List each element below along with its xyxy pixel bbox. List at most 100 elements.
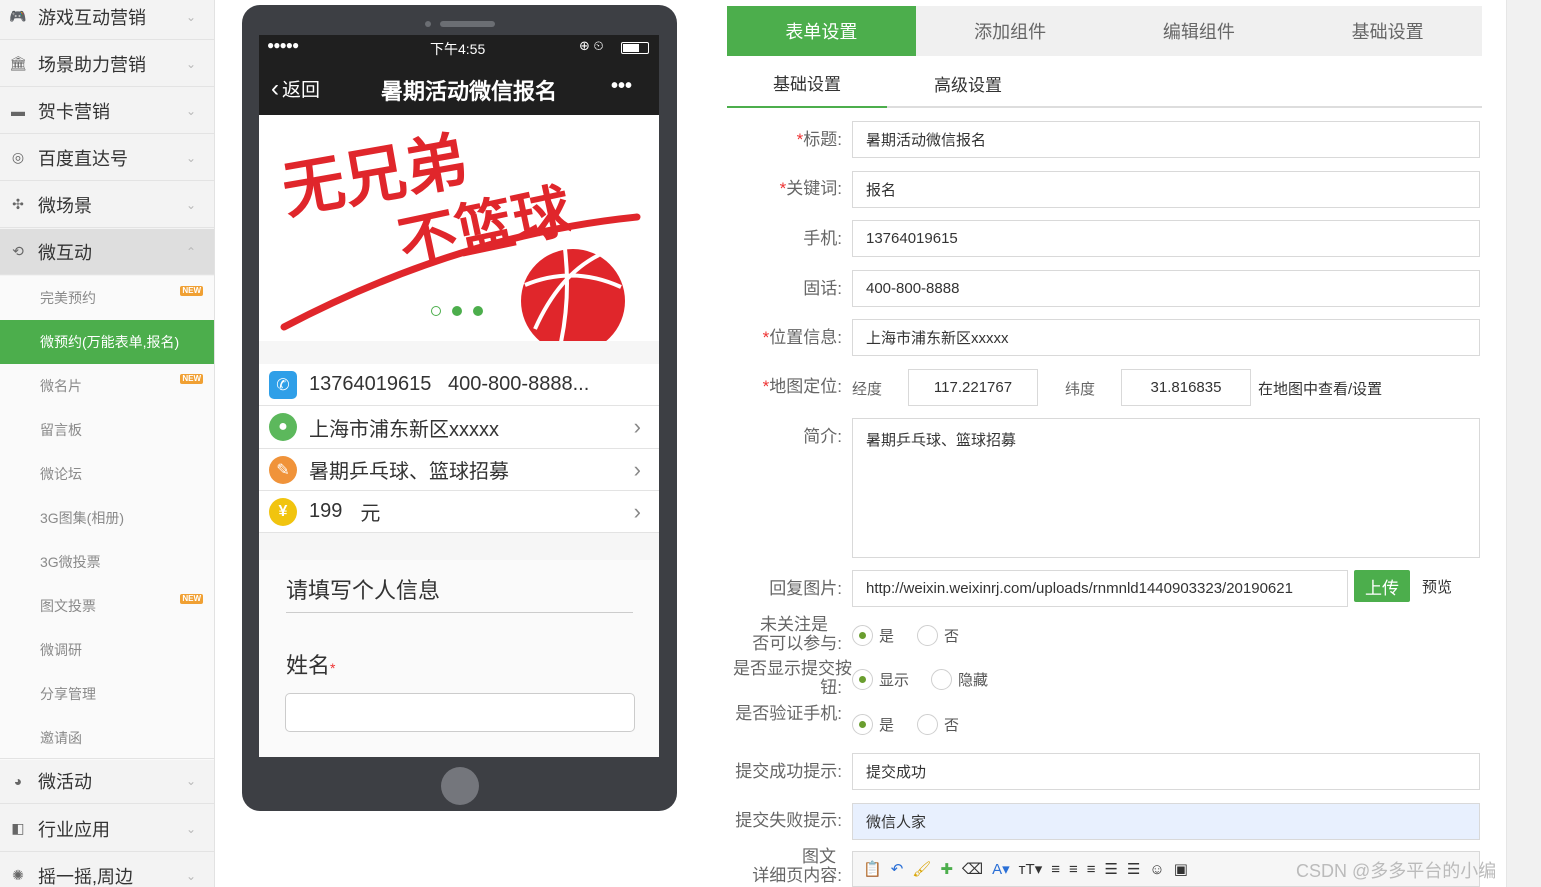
paste-icon[interactable]: 📋	[863, 860, 882, 878]
font-size-icon[interactable]: тT▾	[1019, 860, 1043, 878]
sub-tabs: 基础设置 高级设置	[727, 58, 1482, 108]
submenu-item-active[interactable]: 微预约(万能表单,报名)	[0, 320, 214, 364]
ordered-list-icon[interactable]: ☰	[1105, 860, 1118, 878]
chevron-down-icon: ⌄	[185, 150, 197, 165]
verify-no-radio[interactable]: 否	[917, 714, 959, 735]
align-left-icon[interactable]: ≡	[1051, 861, 1060, 878]
location-input[interactable]: 上海市浦东新区xxxxx	[852, 319, 1480, 356]
mobile-input[interactable]: 13764019615	[852, 220, 1480, 257]
radio-checked	[852, 625, 873, 646]
image-icon[interactable]: ▣	[1174, 860, 1188, 878]
watermark: CSDN @多多平台的小编	[1296, 861, 1497, 881]
intro-row[interactable]: ✎ 暑期乒乓球、篮球招募 ›	[259, 449, 659, 491]
verify-yes-radio[interactable]: 是	[852, 714, 894, 735]
preview-link[interactable]: 预览	[1422, 576, 1452, 597]
hide-submit-radio[interactable]: 隐藏	[931, 669, 988, 690]
name-input[interactable]	[285, 693, 635, 732]
lat-input[interactable]: 31.816835	[1121, 369, 1251, 406]
menu-micro-scene[interactable]: ✣ 微场景 ⌄	[0, 182, 214, 228]
address-row[interactable]: ● 上海市浦东新区xxxxx ›	[259, 406, 659, 449]
price-row[interactable]: ¥ 199 元 ›	[259, 491, 659, 533]
submenu-item[interactable]: 图文投票 NEW	[0, 584, 214, 628]
subtab-advanced[interactable]: 高级设置	[888, 58, 1048, 108]
submenu-label: 3G图集(相册)	[40, 510, 124, 526]
submenu-item[interactable]: 留言板	[0, 408, 214, 452]
eraser-icon[interactable]: ⌫	[962, 860, 983, 878]
pencil-icon: ✎	[269, 455, 297, 484]
tab-form-settings[interactable]: 表单设置	[727, 6, 916, 56]
submenu-item[interactable]: 微论坛	[0, 452, 214, 496]
intro-text: 暑期乒乓球、篮球招募	[309, 461, 509, 483]
industry-icon: ◧	[11, 820, 25, 836]
lng-label: 经度	[852, 381, 883, 398]
carousel-dot[interactable]	[431, 306, 441, 316]
follow-no-radio[interactable]: 否	[917, 625, 959, 646]
emoji-icon[interactable]: ☺	[1149, 861, 1164, 878]
submenu-item[interactable]: 3G微投票	[0, 540, 214, 584]
menu-micro-activity[interactable]: ◕ 微活动 ⌄	[0, 758, 214, 804]
menu-industry[interactable]: ◧ 行业应用 ⌄	[0, 806, 214, 852]
lng-input[interactable]: 117.221767	[908, 369, 1038, 406]
radio-unchecked	[931, 669, 952, 690]
follow-yes-radio[interactable]: 是	[852, 625, 894, 646]
submenu-label: 微论坛	[40, 466, 82, 482]
align-center-icon[interactable]: ≡	[1069, 861, 1078, 878]
tel-input[interactable]: 400-800-8888	[852, 270, 1480, 307]
upload-button[interactable]: 上传	[1354, 570, 1410, 602]
show-submit-label: 是否显示提交按 钮:	[733, 659, 852, 697]
show-submit-radio[interactable]: 显示	[852, 669, 909, 690]
success-label: 提交成功提示:	[735, 762, 842, 781]
required-mark: *	[330, 660, 336, 676]
submenu-item[interactable]: 完美预约 NEW	[0, 276, 214, 320]
menu-micro-interact[interactable]: ⟲ 微互动 ⌃	[0, 229, 214, 275]
map-link[interactable]: 在地图中查看/设置	[1258, 378, 1382, 399]
submenu-item[interactable]: 微调研	[0, 628, 214, 672]
submenu-item[interactable]: 邀请函	[0, 716, 214, 760]
menu-label: 微活动	[38, 772, 92, 792]
phone-navbar: ‹ 返回 暑期活动微信报名 •••	[259, 61, 659, 115]
subtab-basic[interactable]: 基础设置	[727, 58, 887, 108]
alarm-icon: ⊕ ⏲	[579, 38, 604, 53]
success-input[interactable]: 提交成功	[852, 753, 1480, 790]
page-scrollbar[interactable]	[1506, 0, 1541, 887]
color-icon[interactable]: ✚	[940, 860, 953, 878]
menu-game-marketing[interactable]: 🎮 游戏互动营销 ⌄	[0, 0, 214, 40]
menu-card-marketing[interactable]: ▬ 贺卡营销 ⌄	[0, 88, 214, 134]
phone-contact-row[interactable]: ✆ 13764019615 400-800-8888...	[259, 364, 659, 406]
location-label: *位置信息:	[762, 328, 842, 347]
carousel-dot[interactable]	[452, 306, 462, 316]
brush-icon[interactable]: 🖌	[912, 860, 931, 878]
title-label: *标题:	[796, 130, 842, 149]
name-label: 姓名	[286, 653, 331, 678]
submenu-label: 邀请函	[40, 730, 82, 746]
submenu-item[interactable]: 3G图集(相册)	[0, 496, 214, 540]
radio-label: 是	[879, 717, 895, 734]
chevron-down-icon: ⌄	[185, 197, 197, 212]
tab-edit-component[interactable]: 编辑组件	[1105, 6, 1294, 56]
menu-shake[interactable]: ✺ 摇一摇,周边 ⌄	[0, 853, 214, 887]
title-input[interactable]: 暑期活动微信报名	[852, 121, 1480, 158]
more-icon[interactable]: •••	[611, 75, 632, 98]
phone-speaker	[440, 21, 495, 27]
submenu-label: 微调研	[40, 642, 82, 658]
align-right-icon[interactable]: ≡	[1087, 861, 1096, 878]
back-button[interactable]: ‹ 返回	[271, 75, 320, 102]
submenu-item[interactable]: 分享管理	[0, 672, 214, 716]
font-color-icon[interactable]: A▾	[992, 860, 1010, 878]
radio-label: 显示	[879, 672, 910, 689]
tab-add-component[interactable]: 添加组件	[916, 6, 1105, 56]
fail-input[interactable]: 微信人家	[852, 803, 1480, 840]
follow-label: 未关注是 否可以参与:	[752, 615, 842, 653]
keyword-input[interactable]: 报名	[852, 171, 1480, 208]
unordered-list-icon[interactable]: ☰	[1127, 860, 1140, 878]
submenu-item[interactable]: 微名片 NEW	[0, 364, 214, 408]
carousel-dot[interactable]	[473, 306, 483, 316]
intro-textarea[interactable]: 暑期乒乓球、篮球招募	[852, 418, 1480, 558]
tab-basic-settings[interactable]: 基础设置	[1293, 6, 1482, 56]
menu-scene-assist[interactable]: 🏛 场景助力营销 ⌄	[0, 41, 214, 87]
undo-icon[interactable]: ↶	[891, 860, 904, 878]
back-label: 返回	[282, 80, 321, 101]
reply-image-input[interactable]: http://weixin.weixinrj.com/uploads/rnmnl…	[852, 570, 1348, 607]
menu-baidu[interactable]: ◎ 百度直达号 ⌄	[0, 135, 214, 181]
chevron-right-icon: ›	[633, 456, 641, 482]
